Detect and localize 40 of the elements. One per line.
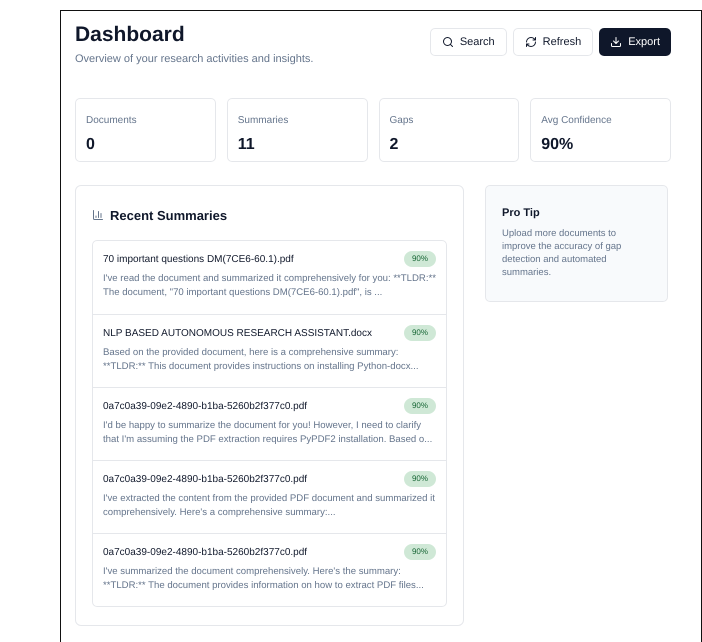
stat-value: 11 xyxy=(238,134,256,154)
download-icon xyxy=(610,36,622,48)
confidence-badge: 90% xyxy=(404,471,436,487)
file-name: 0a7c0a39-09e2-4890-b1ba-5260b2f377c0.pdf xyxy=(103,472,308,486)
file-name: 0a7c0a39-09e2-4890-b1ba-5260b2f377c0.pdf xyxy=(103,400,308,414)
stat-label: Gaps xyxy=(390,114,414,128)
confidence-badge: 90% xyxy=(404,398,436,414)
search-icon xyxy=(442,36,454,48)
confidence-badge: 90% xyxy=(404,325,436,341)
bar-chart-icon xyxy=(92,209,104,222)
summary-text: I'd be happy to summarize the document for you! However, I need to clarify that I'm assuming the PDF extraction requires PyPDF2 installation. Based o... xyxy=(103,419,434,447)
section-title: Recent Summaries xyxy=(110,206,228,224)
summary-text: I've read the document and summarized it comprehensively for you: **TLDR:** The document, "70 important questions DM(7CE6-60.1).pdf", is ... xyxy=(103,272,436,300)
summary-text: I've summarized the document comprehensively. Here's the summary: **TLDR:** The document provides information on how to extract PDF files... xyxy=(103,565,425,593)
page-subtitle: Overview of your research activities and insights. xyxy=(75,52,314,67)
file-name: 0a7c0a39-09e2-4890-b1ba-5260b2f377c0.pdf xyxy=(103,546,308,560)
summary-text: Based on the provided document, here is a comprehensive summary: **TLDR:** This document provides instructions on installing Python-docx... xyxy=(103,346,420,374)
summary-text: I've extracted the content from the provided PDF document and summarized it comprehensively. Here's a comprehensive summary:... xyxy=(103,492,436,520)
stat-label: Summaries xyxy=(238,114,290,128)
summary-item[interactable]: 70 important questions DM(7CE6-60.1).pdf 90% I've read the document and summarized it comprehensively for you: **TLDR:** The document, "70 important questions DM(7CE6-60.1).pdf", is ... xyxy=(93,241,446,314)
stat-value: 0 xyxy=(86,134,96,154)
pro-tip-text: Upload more documents to improve the accuracy of gap detection and automated summaries. xyxy=(502,227,622,279)
stat-label: Documents xyxy=(86,114,138,128)
export-button[interactable]: Export xyxy=(599,28,671,56)
page-title: Dashboard xyxy=(75,22,186,48)
summary-item[interactable]: NLP BASED AUTONOMOUS RESEARCH ASSISTANT.docx 90% Based on the provided document, here is a comprehensive summary: **TLDR:** This document provides instructions on installing Python-docx... xyxy=(93,314,446,387)
confidence-badge: 90% xyxy=(404,251,436,267)
summary-item[interactable]: 0a7c0a39-09e2-4890-b1ba-5260b2f377c0.pdf 90% I've summarized the document comprehensively. Here's the summary: **TLDR:** The document provides information on how to extract PDF files... xyxy=(93,533,446,606)
summary-item[interactable]: 0a7c0a39-09e2-4890-b1ba-5260b2f377c0.pdf 90% I've extracted the content from the provided PDF document and summarized it comprehensively. Here's a comprehensive summary:... xyxy=(93,460,446,533)
search-button[interactable]: Search xyxy=(430,28,507,56)
stat-value: 90% xyxy=(541,134,574,154)
stat-label: Avg Confidence xyxy=(541,114,613,128)
confidence-badge: 90% xyxy=(404,544,436,560)
pro-tip-title: Pro Tip xyxy=(502,206,541,220)
refresh-icon xyxy=(524,36,537,48)
summary-item[interactable]: 0a7c0a39-09e2-4890-b1ba-5260b2f377c0.pdf 90% I'd be happy to summarize the document for you! However, I need to clarify that I'm assuming the PDF extraction requires PyPDF2 installation. Based o... xyxy=(93,387,446,460)
stat-value: 2 xyxy=(390,134,400,154)
refresh-button[interactable]: Refresh xyxy=(512,28,594,56)
file-name: NLP BASED AUTONOMOUS RESEARCH ASSISTANT.docx xyxy=(103,326,372,340)
file-name: 70 important questions DM(7CE6-60.1).pdf xyxy=(103,252,294,266)
